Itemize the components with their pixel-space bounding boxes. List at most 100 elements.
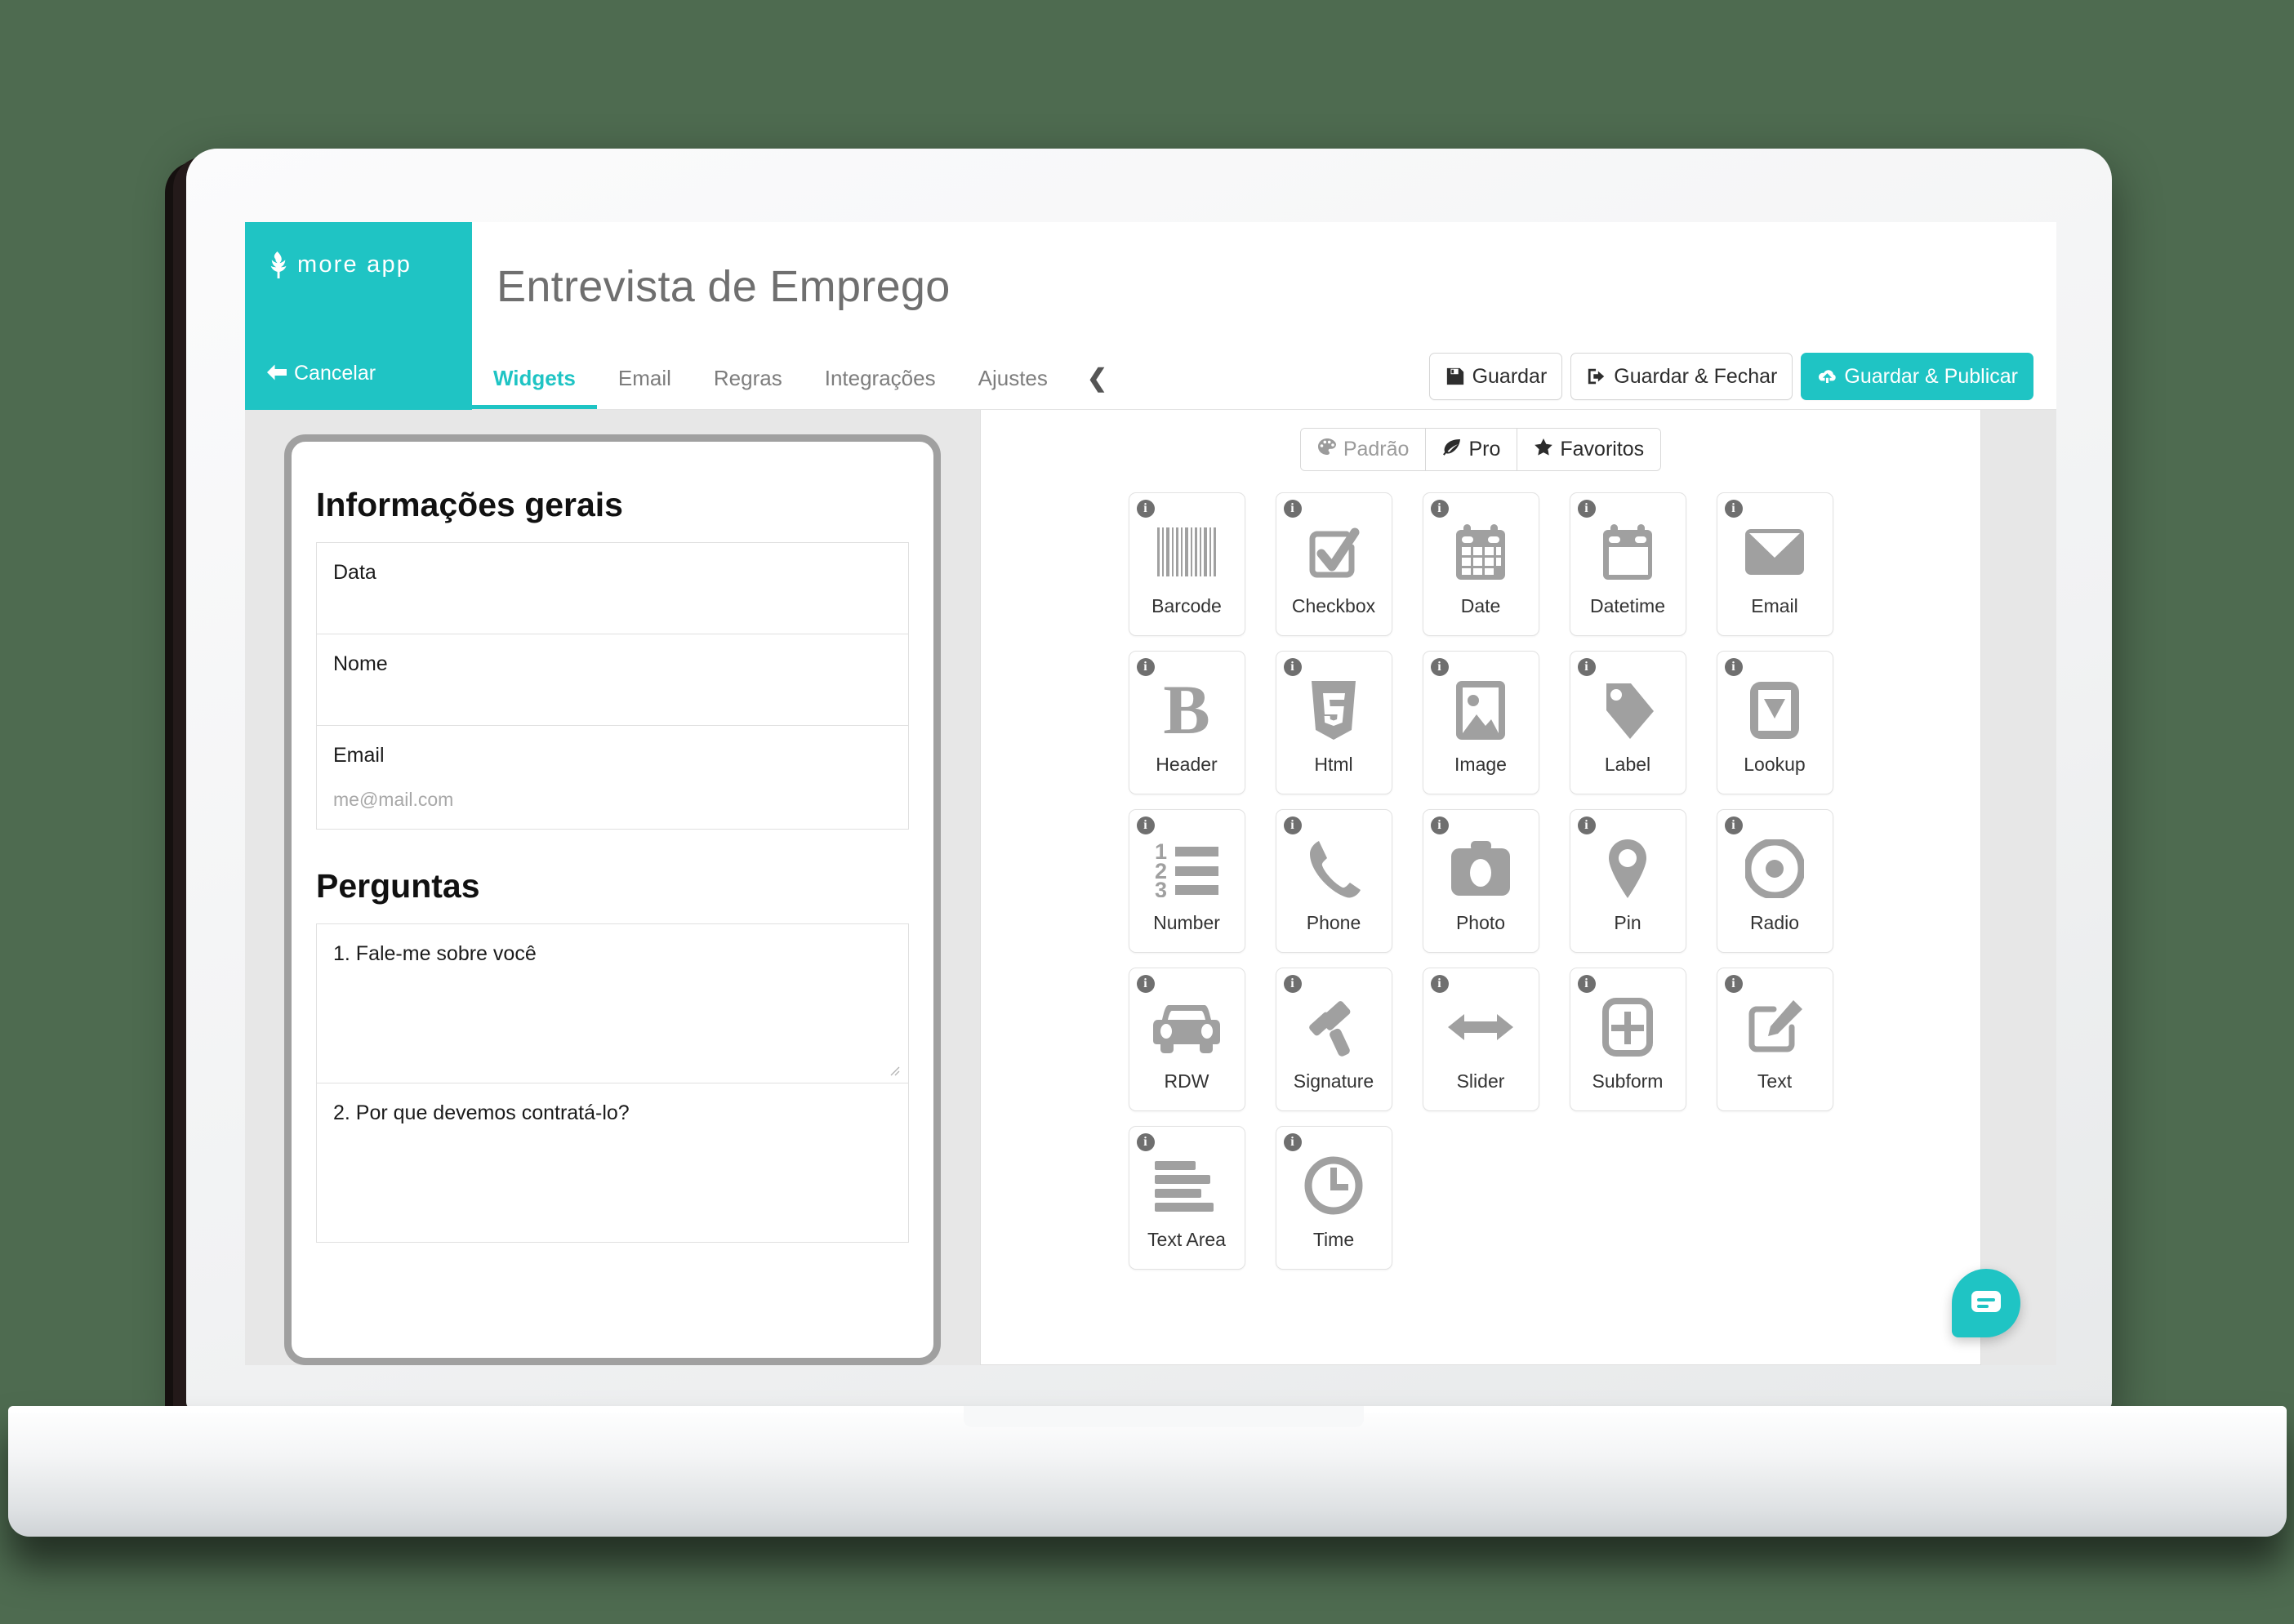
save-button-label: Guardar: [1472, 364, 1548, 388]
tag-icon: [1599, 671, 1656, 750]
tab-widgets[interactable]: Widgets: [472, 351, 597, 409]
widget-tile-date[interactable]: i Date: [1422, 492, 1539, 636]
tab-ajustes[interactable]: Ajustes: [957, 351, 1069, 409]
widget-label: Signature: [1293, 1070, 1374, 1092]
field-label: 1. Fale-me sobre você: [333, 942, 537, 965]
widget-tile-text-area[interactable]: i Text Area: [1128, 1126, 1245, 1270]
form-field-pergunta-2[interactable]: 2. Por que devemos contratá-lo?: [317, 1083, 908, 1243]
widget-tile-phone[interactable]: i Phone: [1275, 809, 1392, 953]
form-field-data[interactable]: Data: [317, 543, 908, 634]
filter-favoritos-button[interactable]: Favoritos: [1517, 429, 1661, 470]
builder-body: Informações gerais Data Nome Email me@ma…: [245, 410, 2056, 1365]
chat-bubble-icon: [1970, 1288, 2002, 1319]
widget-tile-email[interactable]: i Email: [1716, 492, 1833, 636]
brand-logo: more app: [266, 251, 451, 278]
info-icon[interactable]: i: [1283, 975, 1302, 993]
tab-regras[interactable]: Regras: [693, 351, 804, 409]
info-icon[interactable]: i: [1577, 816, 1596, 834]
widget-tile-photo[interactable]: i Photo: [1422, 809, 1539, 953]
info-icon[interactable]: i: [1136, 816, 1155, 834]
info-icon[interactable]: i: [1724, 500, 1743, 518]
form-preview-frame: Informações gerais Data Nome Email me@ma…: [284, 434, 941, 1365]
info-icon[interactable]: i: [1430, 658, 1449, 676]
form-field-nome[interactable]: Nome: [317, 634, 908, 726]
text-lines-icon: [1155, 1146, 1218, 1225]
textarea-resize-handle[interactable]: [885, 1061, 900, 1076]
widget-tile-header[interactable]: i B Header: [1128, 651, 1245, 794]
cancel-button[interactable]: Cancelar: [266, 362, 451, 385]
info-icon[interactable]: i: [1430, 500, 1449, 518]
arrows-horizontal-icon: [1446, 988, 1515, 1066]
save-and-publish-button[interactable]: Guardar & Publicar: [1801, 353, 2033, 400]
laptop-trackpad-notch: [964, 1406, 1364, 1427]
widget-tile-text[interactable]: i Text: [1716, 968, 1833, 1111]
widget-tile-pin[interactable]: i Pin: [1569, 809, 1686, 953]
widget-label: Checkbox: [1291, 595, 1376, 616]
info-icon[interactable]: i: [1283, 658, 1302, 676]
widget-tile-time[interactable]: i Time: [1275, 1126, 1392, 1270]
widget-label: Text Area: [1147, 1229, 1226, 1250]
tab-email[interactable]: Email: [597, 351, 693, 409]
widget-filter-group: Padrão Pro Favoritos: [1299, 428, 1662, 471]
widget-tile-subform[interactable]: i Subform: [1569, 968, 1686, 1111]
widget-tile-html[interactable]: i Html: [1275, 651, 1392, 794]
chat-support-button[interactable]: [1952, 1269, 2020, 1337]
info-icon[interactable]: i: [1283, 1133, 1302, 1151]
widget-tile-datetime[interactable]: i Datetime: [1569, 492, 1686, 636]
tab-integracoes[interactable]: Integrações: [804, 351, 957, 409]
info-icon[interactable]: i: [1577, 975, 1596, 993]
form-field-email[interactable]: Email me@mail.com: [317, 726, 908, 830]
widget-tile-image[interactable]: i Image: [1422, 651, 1539, 794]
info-icon[interactable]: i: [1430, 975, 1449, 993]
form-field-list-perguntas: 1. Fale-me sobre você 2. Por que devemos…: [316, 923, 909, 1243]
info-icon[interactable]: i: [1136, 975, 1155, 993]
info-icon[interactable]: i: [1283, 500, 1302, 518]
save-button[interactable]: Guardar: [1428, 353, 1563, 400]
widget-tile-signature[interactable]: i Signature: [1275, 968, 1392, 1111]
widget-tile-number[interactable]: i 1 2 3 Number: [1128, 809, 1245, 953]
dropdown-icon: [1749, 671, 1800, 750]
chevron-left-icon[interactable]: ❮: [1069, 351, 1125, 409]
widget-tile-rdw[interactable]: i RDW: [1128, 968, 1245, 1111]
info-icon[interactable]: i: [1724, 975, 1743, 993]
palette-icon: [1317, 438, 1337, 461]
widget-label: Date: [1460, 595, 1501, 616]
save-and-close-button[interactable]: Guardar & Fechar: [1570, 353, 1793, 400]
moreapp-form-builder: more app Cancelar Entrevista de Emprego: [245, 222, 2056, 1365]
info-icon[interactable]: i: [1136, 500, 1155, 518]
info-icon[interactable]: i: [1283, 816, 1302, 834]
save-and-close-label: Guardar & Fechar: [1614, 364, 1778, 388]
top-bar: more app Cancelar Entrevista de Emprego: [245, 222, 2056, 410]
widget-tile-lookup[interactable]: i Lookup: [1716, 651, 1833, 794]
field-placeholder: me@mail.com: [333, 789, 454, 810]
info-icon[interactable]: i: [1577, 500, 1596, 518]
widget-tile-radio[interactable]: i Radio: [1716, 809, 1833, 953]
widget-label: Lookup: [1744, 754, 1806, 775]
widget-tile-label[interactable]: i Label: [1569, 651, 1686, 794]
checkbox-icon: [1304, 513, 1363, 591]
gavel-icon: [1303, 988, 1365, 1066]
widget-tile-slider[interactable]: i Slider: [1422, 968, 1539, 1111]
widget-tile-checkbox[interactable]: i Checkbox: [1275, 492, 1392, 636]
widget-label: Text: [1757, 1070, 1793, 1092]
info-icon[interactable]: i: [1136, 1133, 1155, 1151]
field-label: Data: [333, 561, 376, 584]
widget-label: Email: [1751, 595, 1798, 616]
widget-label: Header: [1156, 754, 1218, 775]
filter-pro-button[interactable]: Pro: [1426, 429, 1518, 470]
info-icon[interactable]: i: [1724, 816, 1743, 834]
info-icon[interactable]: i: [1430, 816, 1449, 834]
form-field-pergunta-1[interactable]: 1. Fale-me sobre você: [317, 924, 908, 1083]
filter-padrao-button[interactable]: Padrão: [1300, 429, 1427, 470]
info-icon[interactable]: i: [1136, 658, 1155, 676]
calendar-icon: [1453, 513, 1508, 591]
radio-button-icon: [1745, 830, 1804, 908]
envelope-icon: [1744, 513, 1805, 591]
widget-label: Html: [1314, 754, 1353, 775]
filter-padrao-label: Padrão: [1343, 438, 1410, 461]
plus-square-icon: [1602, 988, 1653, 1066]
widget-tile-barcode[interactable]: i Barcode: [1128, 492, 1245, 636]
info-icon[interactable]: i: [1724, 658, 1743, 676]
info-icon[interactable]: i: [1577, 658, 1596, 676]
map-pin-icon: [1606, 830, 1650, 908]
